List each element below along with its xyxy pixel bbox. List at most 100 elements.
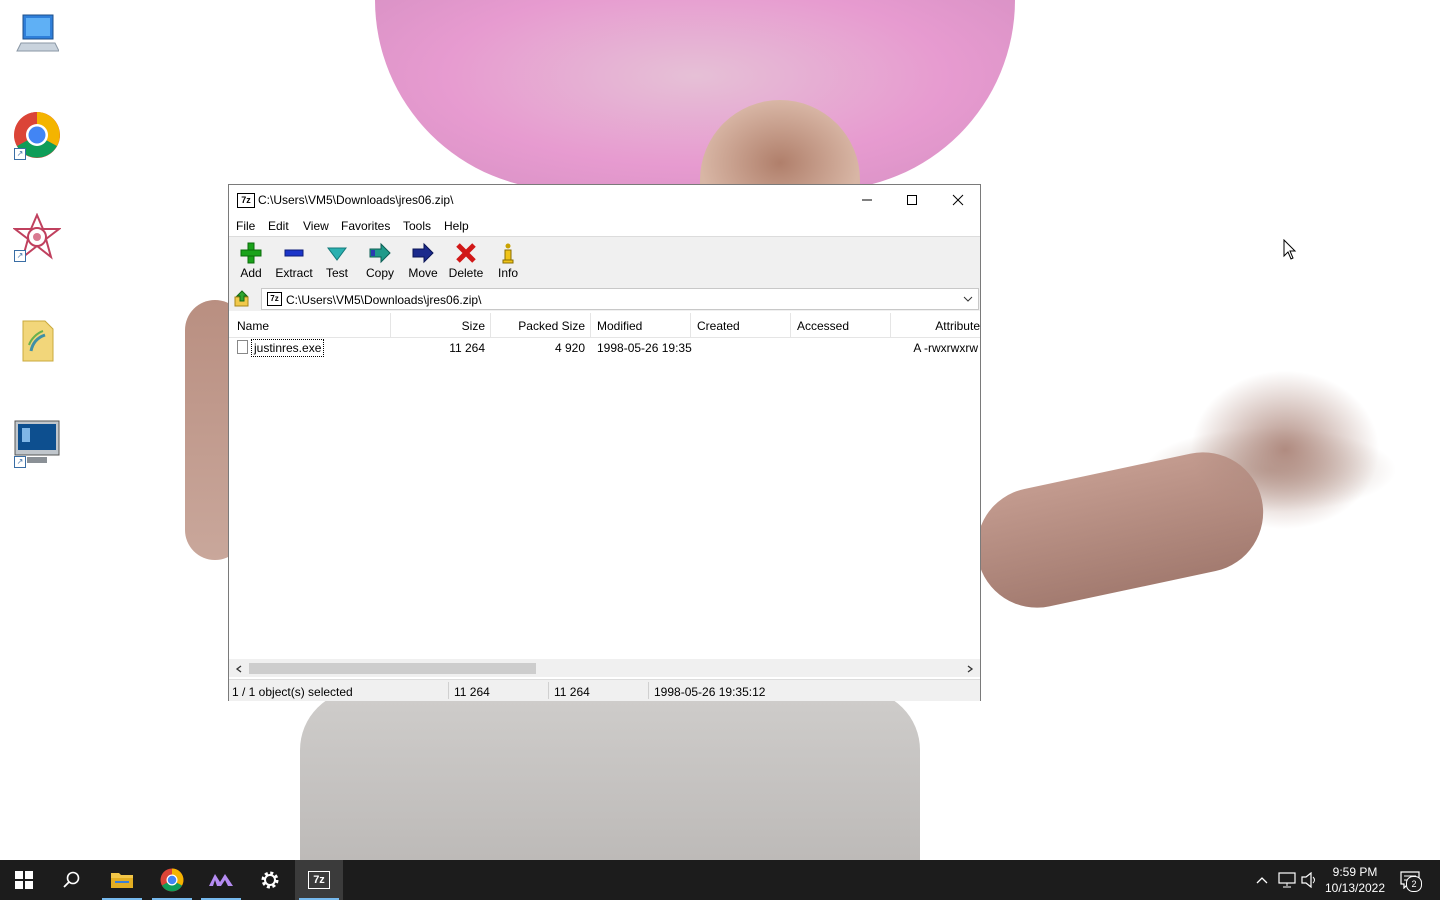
app-logo-icon	[209, 874, 233, 886]
wallpaper-figure-hat	[375, 0, 1015, 190]
column-modified[interactable]: Modified	[597, 319, 642, 333]
move-button[interactable]: Move	[402, 239, 444, 285]
chrome-icon	[160, 868, 184, 892]
status-modified: 1998-05-26 19:35:12	[654, 685, 766, 699]
horizontal-scrollbar[interactable]	[229, 659, 980, 677]
shortcut-arrow-icon: ↗	[14, 456, 26, 468]
show-hidden-icons-button[interactable]	[1252, 860, 1272, 900]
extract-label: Extract	[275, 266, 313, 280]
extract-button[interactable]: Extract	[273, 239, 315, 285]
chevron-up-icon	[1256, 877, 1268, 884]
taskbar-app[interactable]	[197, 860, 245, 900]
delete-icon	[456, 243, 476, 263]
column-separator[interactable]	[390, 313, 391, 337]
status-separator	[548, 682, 549, 699]
taskbar-7zip[interactable]: 7z	[295, 860, 343, 900]
column-name[interactable]: Name	[237, 319, 269, 333]
remote-desktop-shortcut-icon[interactable]: ↗	[12, 418, 62, 468]
taskbar-settings[interactable]	[246, 860, 294, 900]
chevron-left-icon	[235, 665, 242, 673]
test-button[interactable]: Test	[316, 239, 358, 285]
close-button[interactable]	[935, 185, 981, 215]
file-modified-cell: 1998-05-26 19:35	[597, 341, 692, 355]
menu-help[interactable]: Help	[444, 219, 469, 233]
delete-label: Delete	[448, 266, 484, 280]
action-center-button[interactable]: 2	[1396, 860, 1424, 900]
taskbar-chrome[interactable]	[148, 860, 196, 900]
scrollbar-thumb[interactable]	[249, 663, 536, 674]
column-attributes[interactable]: Attribute	[935, 319, 980, 333]
maximize-button[interactable]	[889, 185, 935, 215]
address-bar: 7z C:\Users\VM5\Downloads\jres06.zip\	[229, 287, 980, 311]
menu-file[interactable]: File	[236, 219, 255, 233]
file-icon	[237, 340, 248, 354]
info-label: Info	[497, 266, 518, 280]
taskbar: 7z 9:59 PM 10/13/2022 2	[0, 860, 1440, 900]
folder-up-icon	[234, 290, 249, 307]
add-icon	[240, 242, 262, 264]
start-button[interactable]	[0, 860, 48, 900]
chevron-down-icon[interactable]	[962, 293, 974, 305]
network-icon	[1278, 872, 1296, 888]
toolbar: Add Extract Test Copy Move Delete Info	[229, 236, 980, 288]
taskbar-file-explorer[interactable]	[98, 860, 146, 900]
status-size: 11 264	[454, 685, 490, 699]
search-button[interactable]	[48, 860, 96, 900]
close-icon	[952, 194, 964, 206]
column-size[interactable]: Size	[462, 319, 485, 333]
archive-icon: 7z	[267, 292, 282, 306]
clock-date: 10/13/2022	[1324, 881, 1386, 895]
status-selection: 1 / 1 object(s) selected	[232, 685, 353, 699]
scroll-left-button[interactable]	[233, 663, 245, 675]
column-separator[interactable]	[890, 313, 891, 337]
gear-icon	[261, 871, 279, 889]
column-separator[interactable]	[590, 313, 591, 337]
move-label: Move	[408, 266, 438, 280]
address-combobox[interactable]: 7z C:\Users\VM5\Downloads\jres06.zip\	[261, 288, 979, 310]
wallpaper-figure-hand	[1190, 370, 1380, 530]
column-created[interactable]: Created	[697, 319, 740, 333]
menu-view[interactable]: View	[303, 219, 329, 233]
chrome-shortcut-icon[interactable]: ↗	[12, 110, 62, 160]
info-button[interactable]: Info	[487, 239, 529, 285]
add-label: Add	[240, 266, 262, 280]
taskbar-clock[interactable]: 9:59 PM 10/13/2022	[1318, 864, 1392, 896]
menu-bar: File Edit View Favorites Tools Help	[229, 215, 980, 236]
minimize-icon	[862, 199, 872, 201]
status-separator	[648, 682, 649, 699]
delete-button[interactable]: Delete	[445, 239, 487, 285]
file-packed-size-cell: 4 920	[554, 341, 585, 355]
file-attributes-cell: A -rwxrwxrw	[913, 341, 978, 355]
column-separator[interactable]	[490, 313, 491, 337]
extract-icon	[284, 249, 304, 257]
clock-time: 9:59 PM	[1332, 865, 1378, 879]
network-tray-button[interactable]	[1276, 860, 1298, 900]
file-list[interactable]: Name Size Packed Size Modified Created A…	[229, 313, 980, 659]
column-separator[interactable]	[790, 313, 791, 337]
column-separator[interactable]	[690, 313, 691, 337]
minimize-button[interactable]	[844, 185, 890, 215]
seven-zip-icon: 7z	[308, 871, 330, 889]
status-total: 11 264	[554, 685, 590, 699]
folder-up-button[interactable]	[233, 290, 251, 308]
app-shortcut-icon[interactable]: ↗	[12, 212, 62, 262]
menu-favorites[interactable]: Favorites	[341, 219, 390, 233]
status-bar: 1 / 1 object(s) selected 11 264 11 264 1…	[229, 679, 980, 701]
mouse-cursor-icon	[1283, 239, 1297, 260]
table-row[interactable]: justinres.exe 11 264 4 920 1998-05-26 19…	[229, 339, 980, 357]
wallpaper-figure-body	[300, 690, 920, 860]
window-titlebar[interactable]: 7z C:\Users\VM5\Downloads\jres06.zip\	[229, 185, 980, 215]
folder-shortcut-icon[interactable]	[12, 316, 62, 366]
status-separator	[448, 682, 449, 699]
scroll-right-button[interactable]	[964, 663, 976, 675]
copy-button[interactable]: Copy	[359, 239, 401, 285]
column-packed-size[interactable]: Packed Size	[518, 319, 585, 333]
copy-icon	[369, 242, 391, 264]
this-pc-icon[interactable]	[12, 8, 62, 58]
menu-edit[interactable]: Edit	[268, 219, 289, 233]
menu-tools[interactable]: Tools	[403, 219, 431, 233]
add-button[interactable]: Add	[230, 239, 272, 285]
window-title: C:\Users\VM5\Downloads\jres06.zip\	[258, 193, 454, 207]
column-accessed[interactable]: Accessed	[797, 319, 849, 333]
file-name-cell[interactable]: justinres.exe	[251, 339, 325, 357]
